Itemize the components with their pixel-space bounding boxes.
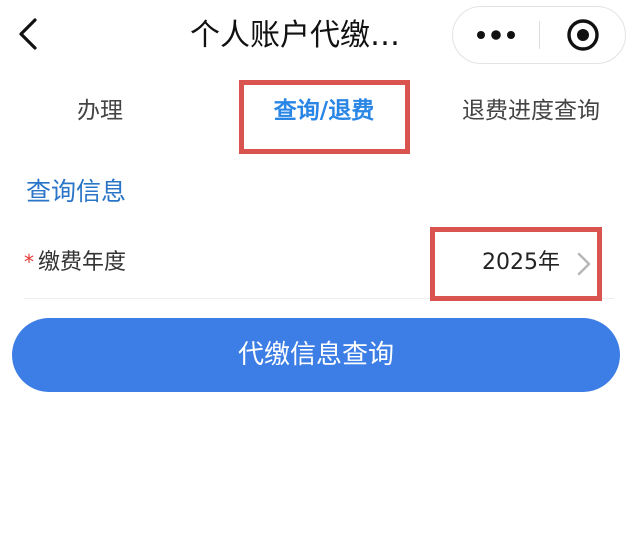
more-button[interactable]: [453, 7, 539, 63]
top-navigation-bar: 个人账户代缴…: [0, 0, 640, 72]
query-info-button[interactable]: 代缴信息查询: [12, 318, 620, 392]
tab-handle[interactable]: 办理: [52, 90, 148, 132]
chevron-left-icon: [19, 18, 37, 50]
section-title: 查询信息: [26, 177, 127, 206]
page-title: 个人账户代缴…: [190, 18, 400, 53]
payment-year-value[interactable]: 2025年: [482, 246, 560, 280]
more-dots-icon: [477, 30, 515, 40]
payment-year-label: 缴费年度: [38, 250, 127, 275]
payment-year-row[interactable]: * 缴费年度 2025年: [24, 236, 614, 299]
tab-bar: 办理 查询/退费 退费进度查询: [0, 78, 640, 148]
tab-refund-progress[interactable]: 退费进度查询: [450, 90, 612, 132]
target-close-icon: [567, 19, 599, 51]
close-button[interactable]: [540, 7, 626, 63]
chevron-right-icon[interactable]: [572, 250, 596, 278]
back-button[interactable]: [6, 12, 50, 56]
mini-program-capsule: [452, 6, 626, 64]
required-mark: *: [24, 250, 34, 274]
tab-query-refund[interactable]: 查询/退费: [246, 90, 402, 132]
